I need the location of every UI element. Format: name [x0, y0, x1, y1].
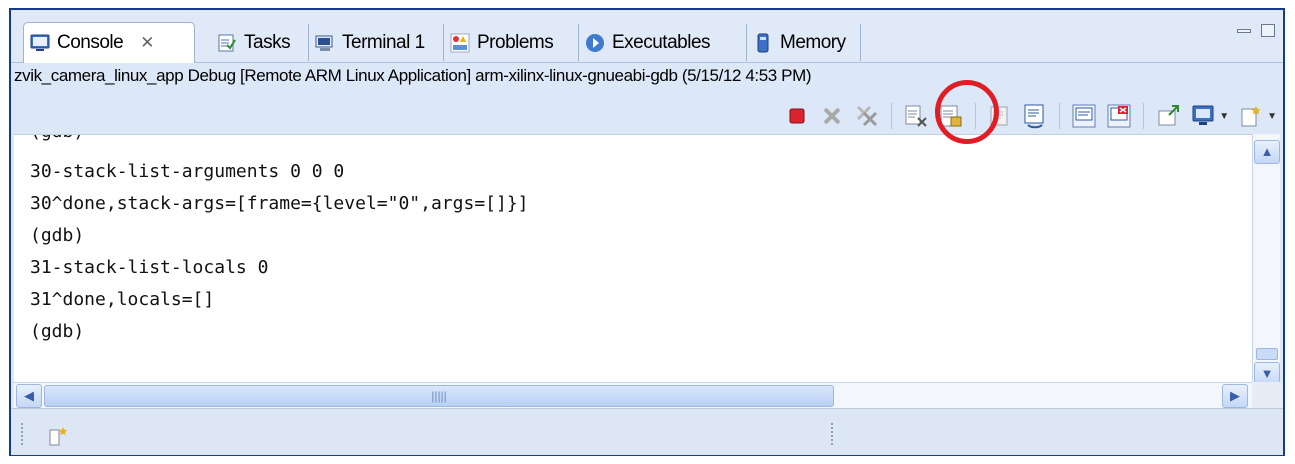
display-console-icon[interactable] [1190, 103, 1216, 129]
console-session-label: zvik_camera_linux_app Debug [Remote ARM … [14, 66, 812, 85]
view-controls [1237, 24, 1275, 37]
status-grip[interactable] [21, 423, 23, 445]
console-line: (gdb) [30, 225, 85, 246]
scrollbar-corner [1252, 382, 1282, 408]
scroll-left-icon[interactable]: ◀ [16, 384, 42, 408]
scroll-lock-icon[interactable] [938, 103, 964, 129]
display-selected-console-icon[interactable] [1071, 103, 1097, 129]
remove-launch-icon[interactable] [819, 103, 845, 129]
console-line: 30-stack-list-arguments 0 0 0 [30, 161, 345, 182]
new-console-icon[interactable] [1155, 103, 1181, 129]
tab-terminal[interactable]: Terminal 1 [309, 24, 444, 61]
memory-icon [753, 33, 773, 53]
tab-executables[interactable]: Executables [579, 24, 747, 61]
remove-all-launches-icon[interactable] [854, 103, 880, 129]
vertical-scroll-thumb[interactable] [1256, 348, 1278, 360]
console-line: (gdb) [30, 321, 85, 342]
maximize-icon[interactable] [1261, 24, 1275, 37]
close-icon[interactable]: ✕ [140, 33, 154, 53]
view-tab-strip: Console ✕ Tasks Terminal 1 Problems Exec… [11, 10, 1283, 63]
terminate-icon[interactable] [784, 103, 810, 129]
tab-label: Problems [477, 31, 554, 53]
open-console-icon[interactable] [1106, 103, 1132, 129]
tab-label: Tasks [244, 31, 291, 53]
terminal-icon [315, 33, 335, 53]
scroll-right-icon[interactable]: ▶ [1222, 384, 1248, 408]
tab-memory[interactable]: Memory [747, 24, 861, 61]
console-output[interactable]: (gdb) 30-stack-list-arguments 0 0 0 30^d… [14, 134, 1252, 383]
clear-console-icon[interactable] [903, 103, 929, 129]
tab-label: Executables [612, 31, 711, 53]
toolbar-separator [891, 103, 893, 129]
fast-view-icon[interactable] [47, 425, 69, 447]
tab-label: Terminal 1 [342, 31, 425, 53]
chevron-down-icon[interactable]: ▼ [1267, 111, 1277, 122]
scroll-up-icon[interactable]: ▲ [1254, 140, 1280, 164]
tab-label: Console [57, 32, 124, 53]
tasks-icon [217, 33, 237, 53]
minimize-icon[interactable] [1237, 29, 1251, 33]
vertical-scrollbar[interactable]: ▲ ▼ [1252, 134, 1280, 386]
console-toolbar: ▼ ▼ [784, 96, 1277, 136]
chevron-down-icon[interactable]: ▼ [1219, 111, 1229, 122]
open-console-menu-icon[interactable] [1238, 103, 1264, 129]
problems-icon [450, 33, 470, 53]
status-grip[interactable] [831, 423, 833, 445]
status-bar [11, 408, 1283, 455]
console-line: 30^done,stack-args=[frame={level="0",arg… [30, 193, 529, 214]
console-line: 31-stack-list-locals 0 [30, 257, 269, 278]
toolbar-separator [975, 103, 977, 129]
console-line: 31^done,locals=[] [30, 289, 215, 310]
horizontal-scroll-thumb[interactable]: ||||| [44, 385, 834, 407]
console-icon [30, 33, 50, 53]
tab-tasks[interactable]: Tasks [211, 24, 309, 61]
console-view: Console ✕ Tasks Terminal 1 Problems Exec… [9, 8, 1285, 456]
executables-icon [585, 33, 605, 53]
pin-console-icon[interactable] [1022, 103, 1048, 129]
word-wrap-icon[interactable] [987, 103, 1013, 129]
tab-console[interactable]: Console ✕ [23, 22, 195, 63]
toolbar-separator [1059, 103, 1061, 129]
tab-problems[interactable]: Problems [444, 24, 579, 61]
toolbar-separator [1143, 103, 1145, 129]
horizontal-scrollbar[interactable]: ◀ ||||| ▶ [14, 382, 1252, 408]
console-line: (gdb) [30, 135, 84, 142]
tab-label: Memory [780, 31, 846, 53]
